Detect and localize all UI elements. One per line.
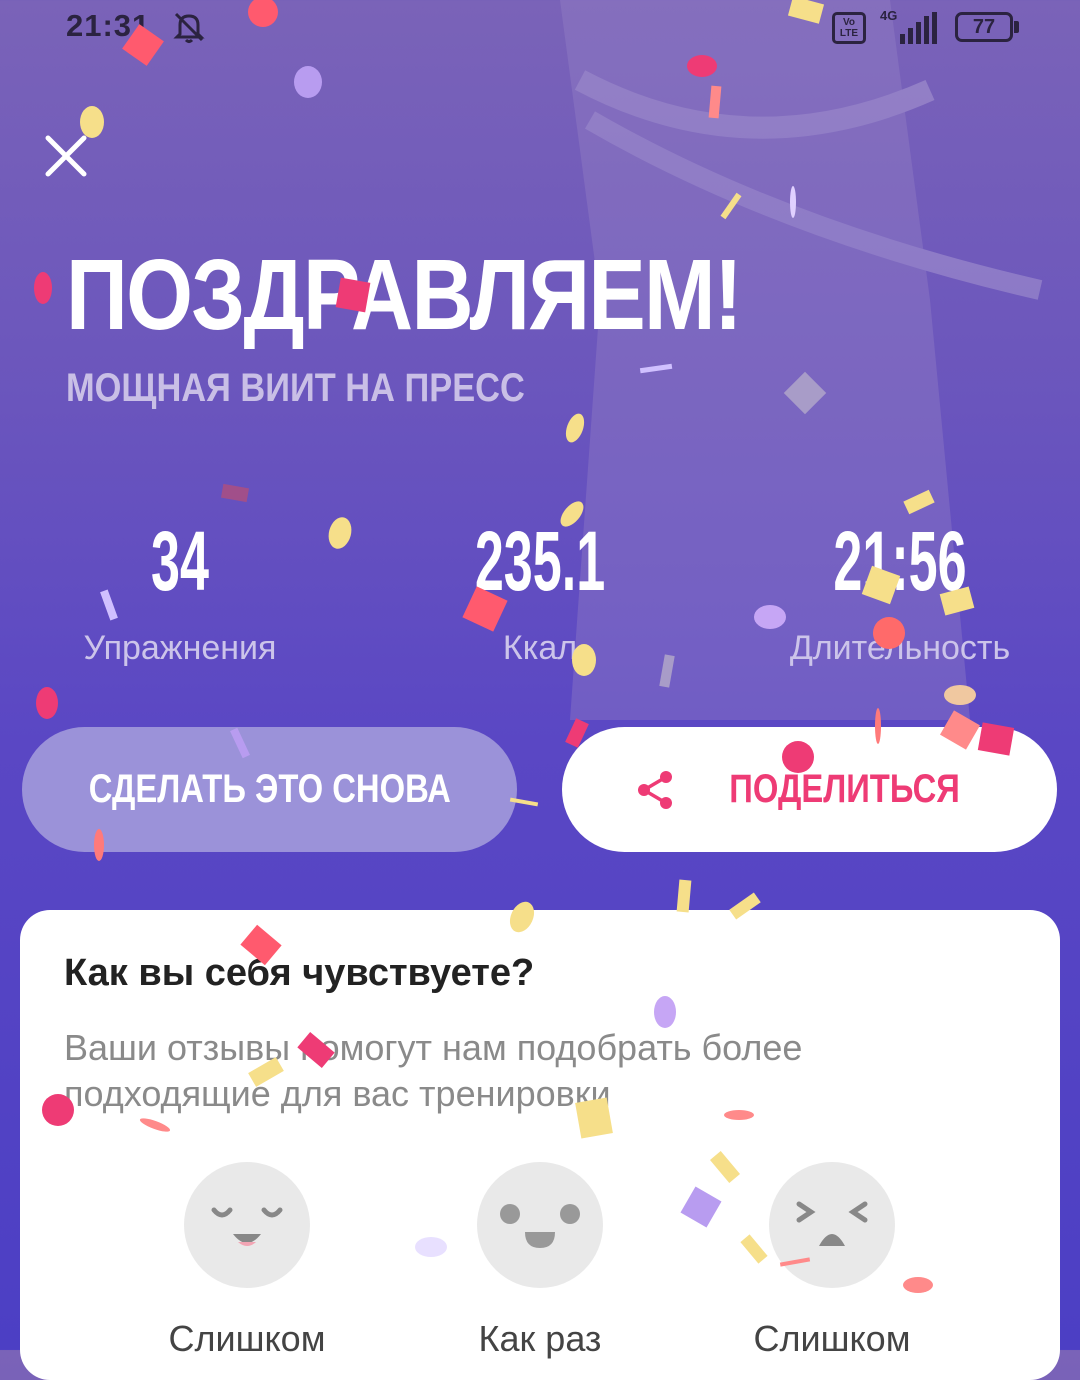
stat-kcal: 235.1 Ккал	[390, 515, 690, 668]
signal-icon	[900, 12, 937, 44]
stat-value: 21:56	[833, 514, 967, 608]
neutral-face-icon	[500, 1204, 580, 1248]
stat-value: 235.1	[474, 514, 606, 608]
feedback-description: Ваши отзывы помогут нам подобрать более …	[64, 1027, 803, 1114]
workout-name: МОЩНАЯ ВИИТ НА ПРЕСС	[66, 366, 525, 410]
bell-off-icon	[173, 12, 205, 43]
stat-label: Длительность	[789, 629, 1011, 667]
share-label: ПОДЕЛИТЬСЯ	[729, 767, 960, 811]
relaxed-face-icon	[211, 1207, 283, 1246]
feedback-option-label: Слишком	[753, 1318, 911, 1359]
battery-tip	[1014, 21, 1019, 33]
page-title: ПОЗДРАВЛЯЕМ!	[66, 239, 743, 351]
close-icon[interactable]	[40, 130, 92, 182]
stat-exercises: 34 Упражнения	[30, 515, 330, 668]
do-again-button[interactable]: СДЕЛАТЬ ЭТО СНОВА	[22, 727, 517, 852]
battery-icon: 77	[955, 12, 1013, 42]
feedback-option-just-right[interactable]	[477, 1162, 603, 1288]
feedback-option-label: Как раз	[478, 1318, 602, 1359]
do-again-label: СДЕЛАТЬ ЭТО СНОВА	[88, 767, 451, 811]
status-time: 21:31	[66, 8, 151, 43]
volte-icon: Vo LTE	[832, 12, 866, 44]
feedback-option-hard[interactable]	[769, 1162, 895, 1288]
stat-value: 34	[151, 514, 209, 608]
share-button[interactable]: ПОДЕЛИТЬСЯ	[562, 727, 1057, 852]
stat-label: Упражнения	[83, 629, 277, 667]
share-icon	[637, 770, 672, 809]
status-bar: 21:31 Vo LTE 4G 77	[0, 0, 1080, 60]
feedback-option-label: Слишком	[168, 1318, 326, 1359]
feedback-title: Как вы себя чувствуете?	[64, 952, 535, 994]
feedback-card: Как вы себя чувствуете? Ваши отзывы помо…	[20, 910, 1060, 1380]
stat-duration: 21:56 Длительность	[750, 515, 1050, 668]
feedback-option-easy[interactable]	[184, 1162, 310, 1288]
stat-label: Ккал	[502, 629, 578, 667]
strained-face-icon	[796, 1201, 868, 1246]
